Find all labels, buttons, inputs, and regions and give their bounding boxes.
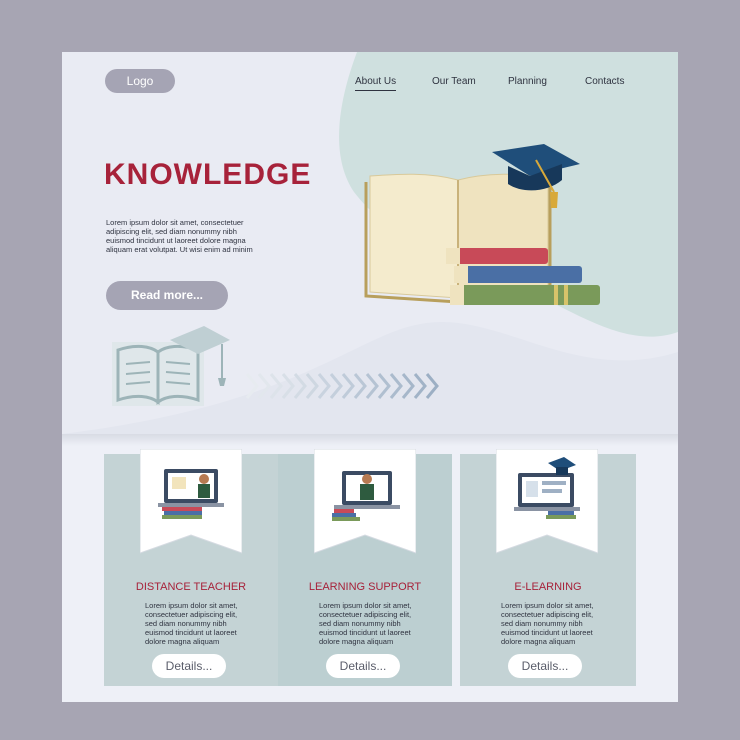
card-text: Lorem ipsum dolor sit amet, consectetuer… <box>501 601 594 646</box>
laptop-teacher-icon <box>140 449 242 554</box>
nav-about-us[interactable]: About Us <box>355 76 397 91</box>
read-more-button[interactable]: Read more... <box>106 281 228 310</box>
hero-text: Lorem ipsum dolor sit amet, consectetuer… <box>106 218 253 254</box>
card-title: DISTANCE TEACHER <box>135 581 247 593</box>
nav-planning[interactable]: Planning <box>508 76 547 87</box>
hero-title: KNOWLEDGE <box>104 158 312 191</box>
card-title: LEARNING SUPPORT <box>308 581 422 593</box>
details-button[interactable]: Details... <box>152 654 226 678</box>
logo-button[interactable]: Logo <box>105 69 175 93</box>
open-book-graduation-cap-icon <box>364 144 600 305</box>
card-title: E-LEARNING <box>514 581 582 593</box>
card-distance-teacher: DISTANCE TEACHER Lorem ipsum dolor sit a… <box>104 449 278 686</box>
card-e-learning: E-LEARNING Lorem ipsum dolor sit amet, c… <box>460 449 636 686</box>
details-button[interactable]: Details... <box>326 654 400 678</box>
nav-our-team[interactable]: Our Team <box>432 76 476 87</box>
hero-section: Logo About Us Our Team Planning Contacts… <box>62 52 678 434</box>
landing-page: Logo About Us Our Team Planning Contacts… <box>62 52 678 702</box>
laptop-support-icon <box>314 449 416 554</box>
chevron-arrows-decoration <box>245 373 439 399</box>
card-text: Lorem ipsum dolor sit amet, consectetuer… <box>145 601 238 646</box>
card-text: Lorem ipsum dolor sit amet, consectetuer… <box>319 601 412 646</box>
card-learning-support: LEARNING SUPPORT Lorem ipsum dolor sit a… <box>278 449 452 686</box>
laptop-elearning-icon <box>496 449 598 554</box>
features-section: DISTANCE TEACHER Lorem ipsum dolor sit a… <box>62 434 678 702</box>
section-divider <box>62 434 678 446</box>
book-cap-outline-icon <box>112 326 230 406</box>
nav-contacts[interactable]: Contacts <box>585 76 624 87</box>
details-button[interactable]: Details... <box>508 654 582 678</box>
